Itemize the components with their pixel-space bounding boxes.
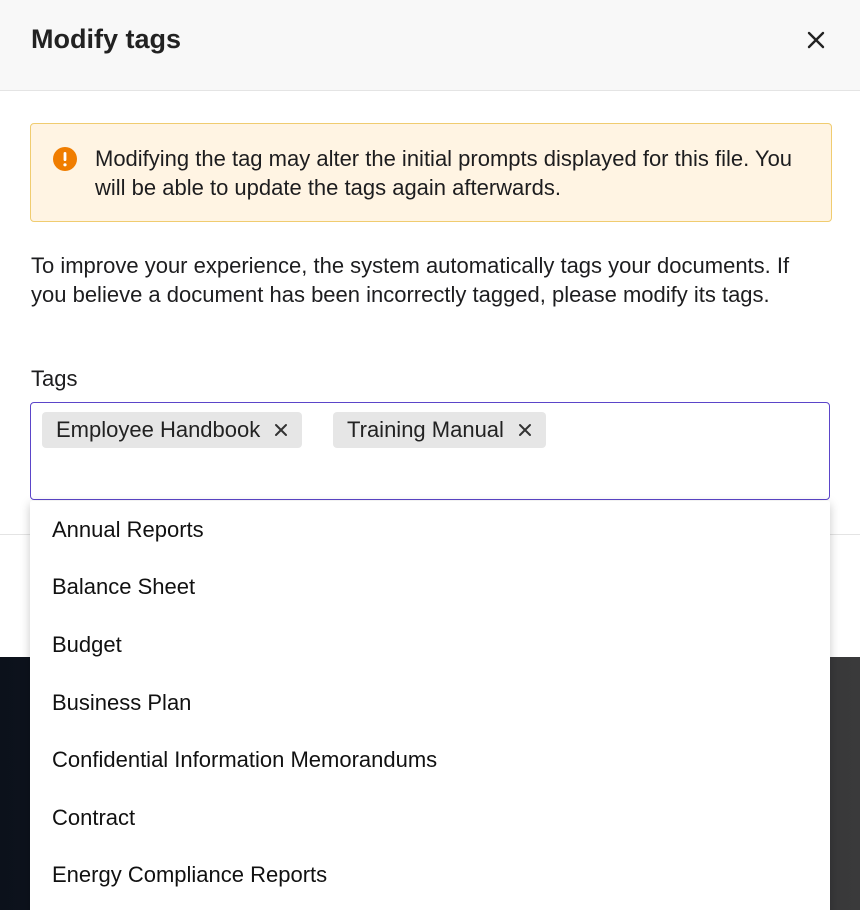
tag-chip-employee-handbook: Employee Handbook bbox=[42, 412, 303, 448]
dropdown-option-confidential-information-memorandums[interactable]: Confidential Information Memorandums bbox=[30, 731, 830, 789]
dropdown-option-annual-reports[interactable]: Annual Reports bbox=[30, 501, 830, 559]
dropdown-option-contract[interactable]: Contract bbox=[30, 789, 830, 847]
dialog-description: To improve your experience, the system a… bbox=[31, 253, 790, 307]
dropdown-option-balance-sheet[interactable]: Balance Sheet bbox=[30, 559, 830, 617]
dialog-header: Modify tags bbox=[0, 0, 860, 91]
exclamation-circle-icon bbox=[53, 147, 77, 171]
close-button[interactable] bbox=[801, 25, 831, 55]
tags-input[interactable]: Employee Handbook Training Manual bbox=[30, 402, 830, 500]
close-icon bbox=[807, 31, 825, 49]
tag-chip-label: Training Manual bbox=[347, 417, 504, 442]
tag-chip-label: Employee Handbook bbox=[56, 417, 261, 442]
warning-text: Modifying the tag may alter the initial … bbox=[95, 146, 793, 200]
close-icon bbox=[275, 424, 288, 436]
dropdown-option-business-plan[interactable]: Business Plan bbox=[30, 674, 830, 732]
tags-label: Tags bbox=[31, 366, 78, 391]
remove-tag-button[interactable] bbox=[518, 423, 532, 437]
warning-banner: Modifying the tag may alter the initial … bbox=[30, 123, 832, 222]
close-icon bbox=[518, 424, 531, 436]
tag-chip-training-manual: Training Manual bbox=[333, 412, 546, 448]
remove-tag-button[interactable] bbox=[274, 423, 288, 437]
tags-dropdown-menu: Annual Reports Balance Sheet Budget Busi… bbox=[30, 501, 830, 910]
dialog-title: Modify tags bbox=[31, 24, 182, 54]
dropdown-option-budget[interactable]: Budget bbox=[30, 616, 830, 674]
dropdown-option-energy-compliance-reports[interactable]: Energy Compliance Reports bbox=[30, 847, 830, 905]
